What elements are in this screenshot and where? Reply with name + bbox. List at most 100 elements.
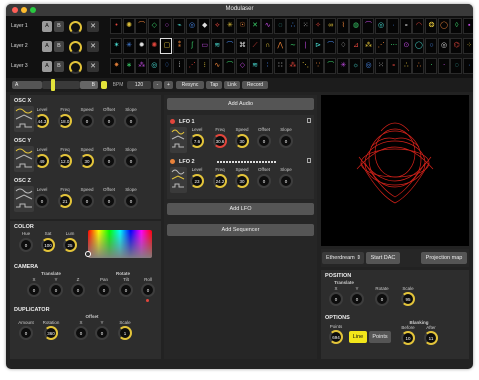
layer-clip-thumbnail[interactable]: ▪: [462, 18, 473, 34]
layer-clip-thumbnail[interactable]: ⊳: [311, 38, 324, 54]
layer-clip-thumbnail[interactable]: ·: [387, 18, 400, 34]
start-dac-button[interactable]: Start DAC: [366, 252, 400, 264]
lfo1-slope-knob[interactable]: 0: [279, 134, 293, 148]
crossfader-slider[interactable]: [42, 81, 80, 89]
osc-z-level-knob[interactable]: 0: [35, 194, 49, 208]
tap-button[interactable]: Tap: [206, 81, 222, 89]
bpm-increment-button[interactable]: +: [164, 81, 173, 89]
bpm-input[interactable]: 120: [127, 81, 151, 89]
layer-clip-thumbnail[interactable]: ⋅: [425, 58, 437, 74]
camera-z-knob[interactable]: 0: [71, 283, 85, 297]
layer-clip-thumbnail[interactable]: ⊙: [399, 38, 412, 54]
layer-clip-thumbnail[interactable]: ≋: [248, 58, 261, 74]
layer-clip-thumbnail[interactable]: ∴: [412, 58, 425, 74]
layer-clip-thumbnail[interactable]: ▭: [198, 38, 211, 54]
layer-clip-thumbnail[interactable]: ⌒: [324, 38, 337, 54]
osc-z-freq-knob[interactable]: 21: [58, 194, 72, 208]
line-mode-button[interactable]: Line: [349, 331, 367, 343]
layer-clip-thumbnail[interactable]: ⁂: [286, 58, 299, 74]
crossfade-a-label[interactable]: A: [12, 81, 42, 89]
osc-x-freq-knob[interactable]: 18.0: [58, 114, 72, 128]
layer-clip-thumbnail[interactable]: ✕: [248, 18, 261, 34]
layer-clip-thumbnail[interactable]: ◇: [147, 18, 160, 34]
layer-clip-thumbnail[interactable]: ⌒: [362, 18, 374, 34]
layer-clip-thumbnail[interactable]: ✳: [122, 38, 135, 54]
layer-clip-thumbnail[interactable]: ◌: [273, 18, 286, 34]
layer-clip-thumbnail[interactable]: ○: [425, 38, 437, 54]
layer-clip-thumbnail[interactable]: ✺: [147, 38, 160, 54]
osc-z-speed-knob[interactable]: 0: [80, 194, 94, 208]
osc-y-offset-knob[interactable]: 0: [102, 154, 116, 168]
layer-clip-thumbnail[interactable]: ⋀: [273, 38, 286, 54]
layer-clip-thumbnail[interactable]: ·: [462, 58, 473, 74]
layer-b-button[interactable]: B: [54, 41, 64, 52]
link-button[interactable]: Link: [224, 81, 240, 89]
layer-a-button[interactable]: A: [42, 61, 52, 72]
osc-y-waveform-selector[interactable]: [14, 146, 34, 172]
lfo2-delete-icon[interactable]: [307, 158, 311, 163]
osc-x-slope-knob[interactable]: 0: [124, 114, 138, 128]
layer-clip-thumbnail[interactable]: ∗: [122, 58, 135, 74]
lfo1-speed-knob[interactable]: 30: [235, 134, 249, 148]
layer-clip-thumbnail[interactable]: ≋: [210, 38, 223, 54]
layer-opacity-knob-icon[interactable]: [69, 41, 82, 54]
lfo2-offset-knob[interactable]: 0: [257, 174, 271, 188]
layer-clip-thumbnail[interactable]: ☉: [236, 18, 248, 34]
layer-clip-thumbnail[interactable]: ⋅: [437, 58, 450, 74]
layer-clip-thumbnail[interactable]: ◎: [185, 18, 198, 34]
osc-y-freq-knob[interactable]: 12.0: [58, 154, 72, 168]
duplicator-rotation-knob[interactable]: 360: [44, 326, 58, 340]
dac-select[interactable]: Etherdream ⇕: [322, 252, 364, 264]
layer-clip-thumbnail[interactable]: ⋰: [374, 38, 387, 54]
layer-clip-thumbnail[interactable]: ⁂: [362, 38, 374, 54]
camera-y-knob[interactable]: 0: [49, 283, 63, 297]
points-knob[interactable]: 694: [329, 330, 343, 344]
blanking-after-knob[interactable]: 11: [424, 331, 438, 345]
lfo2-color-dot[interactable]: [170, 159, 175, 164]
layer-clip-thumbnail[interactable]: ❂: [425, 18, 437, 34]
osc-x-offset-knob[interactable]: 0: [102, 114, 116, 128]
layer-clip-thumbnail[interactable]: ⋯: [387, 38, 400, 54]
layer-clip-thumbnail[interactable]: ⌇: [336, 18, 349, 34]
lfo2-waveform-selector[interactable]: [170, 167, 187, 193]
layer-clip-thumbnail[interactable]: ∞: [324, 18, 337, 34]
layer-opacity-knob-icon[interactable]: [69, 61, 82, 74]
lfo1-waveform-selector[interactable]: [170, 127, 187, 153]
layer-clip-thumbnail[interactable]: ○: [160, 18, 173, 34]
record-button[interactable]: Record: [242, 81, 268, 89]
layer-a-button[interactable]: A: [42, 41, 52, 52]
layer-clip-thumbnail[interactable]: ☼: [349, 58, 362, 74]
layer-clip-thumbnail[interactable]: ✹: [135, 38, 148, 54]
layer-clip-thumbnail[interactable]: ⌬: [450, 38, 463, 54]
layer-clip-thumbnail[interactable]: ◎: [147, 58, 160, 74]
layer-clip-thumbnail[interactable]: ⁂: [135, 58, 148, 74]
osc-z-offset-knob[interactable]: 0: [102, 194, 116, 208]
osc-x-speed-knob[interactable]: 0: [80, 114, 94, 128]
crossfader-handle[interactable]: [51, 79, 55, 91]
layer-clip-thumbnail[interactable]: ⁑: [173, 38, 185, 54]
lfo1-level-knob[interactable]: 7.6: [190, 134, 204, 148]
duplicator-amount-knob[interactable]: 0: [19, 326, 33, 340]
layer-clear-button[interactable]: ✕: [87, 61, 99, 72]
layer-b-button[interactable]: B: [54, 21, 64, 32]
layer-clip-thumbnail[interactable]: ◇: [236, 58, 248, 74]
osc-x-waveform-selector[interactable]: [14, 106, 34, 132]
layer-opacity-knob-icon[interactable]: [69, 21, 82, 34]
saturation-knob[interactable]: 100: [41, 238, 55, 252]
layer-clip-thumbnail[interactable]: ⁙: [374, 58, 387, 74]
add-audio-button[interactable]: Add Audio: [167, 98, 314, 110]
layer-clear-button[interactable]: ✕: [87, 21, 99, 32]
blanking-before-knob[interactable]: 10: [401, 331, 415, 345]
layer-clip-thumbnail[interactable]: ✳: [336, 58, 349, 74]
position-y-knob[interactable]: 0: [350, 292, 364, 306]
position-rotate-knob[interactable]: 0: [375, 292, 389, 306]
layer-clip-thumbnail[interactable]: ✶: [110, 38, 122, 54]
duplicator-y-knob[interactable]: 0: [95, 326, 109, 340]
layer-clip-thumbnail[interactable]: ✺: [122, 18, 135, 34]
layer-clip-thumbnail[interactable]: ◯: [437, 18, 450, 34]
layer-clip-thumbnail[interactable]: ∩: [261, 38, 274, 54]
lfo2-freq-knob[interactable]: 24.2: [213, 174, 227, 188]
camera-pan-knob[interactable]: 0: [97, 283, 111, 297]
layer-clip-thumbnail[interactable]: ✧: [311, 18, 324, 34]
projection-map-button[interactable]: Projection map: [421, 252, 467, 264]
